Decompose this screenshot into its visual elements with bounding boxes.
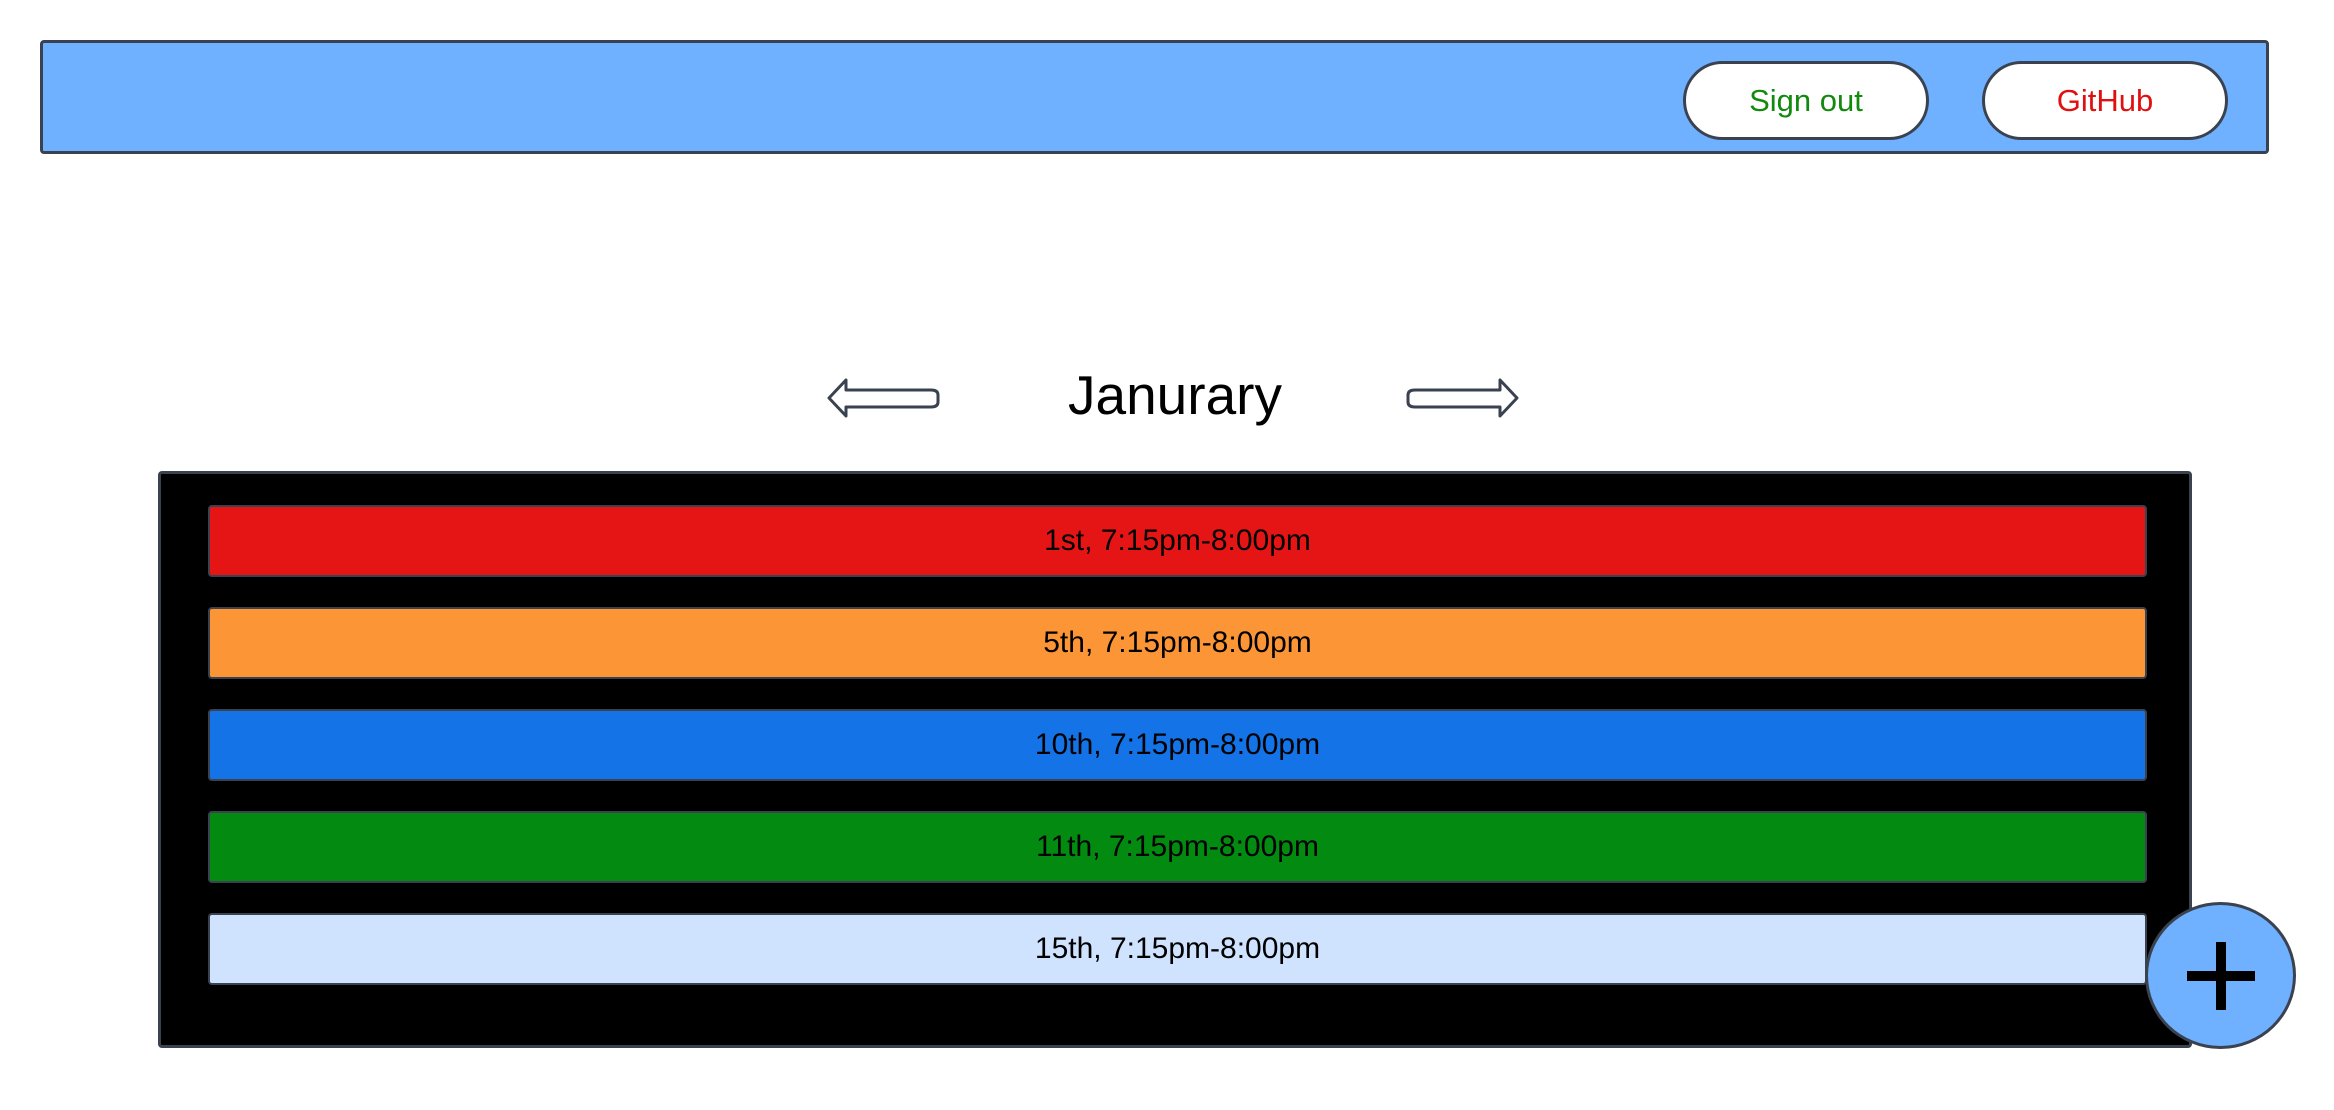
plus-icon (2186, 941, 2255, 1010)
events-panel: 1st, 7:15pm-8:00pm 5th, 7:15pm-8:00pm 10… (158, 471, 2192, 1048)
event-label: 15th, 7:15pm-8:00pm (1034, 932, 1321, 965)
right-arrow-icon (1406, 378, 1519, 418)
event-label: 10th, 7:15pm-8:00pm (1034, 728, 1321, 761)
github-button[interactable]: GitHub (1982, 61, 2228, 140)
prev-month-button[interactable] (827, 375, 941, 421)
next-month-button[interactable] (1405, 375, 1519, 421)
top-bar: Sign out GitHub (40, 40, 2269, 154)
event-item[interactable]: 1st, 7:15pm-8:00pm (208, 505, 2147, 577)
sign-out-button[interactable]: Sign out (1683, 61, 1929, 140)
event-label: 11th, 7:15pm-8:00pm (1036, 830, 1319, 863)
event-label: 1st, 7:15pm-8:00pm (1044, 524, 1311, 557)
left-arrow-icon (827, 378, 940, 418)
event-item[interactable]: 11th, 7:15pm-8:00pm (208, 811, 2147, 883)
event-item[interactable]: 15th, 7:15pm-8:00pm (208, 913, 2147, 985)
event-label: 5th, 7:15pm-8:00pm (1043, 626, 1312, 659)
event-item[interactable]: 10th, 7:15pm-8:00pm (208, 709, 2147, 781)
add-event-button[interactable] (2145, 902, 2296, 1049)
event-item[interactable]: 5th, 7:15pm-8:00pm (208, 607, 2147, 679)
month-title: Janurary (1068, 364, 1282, 426)
